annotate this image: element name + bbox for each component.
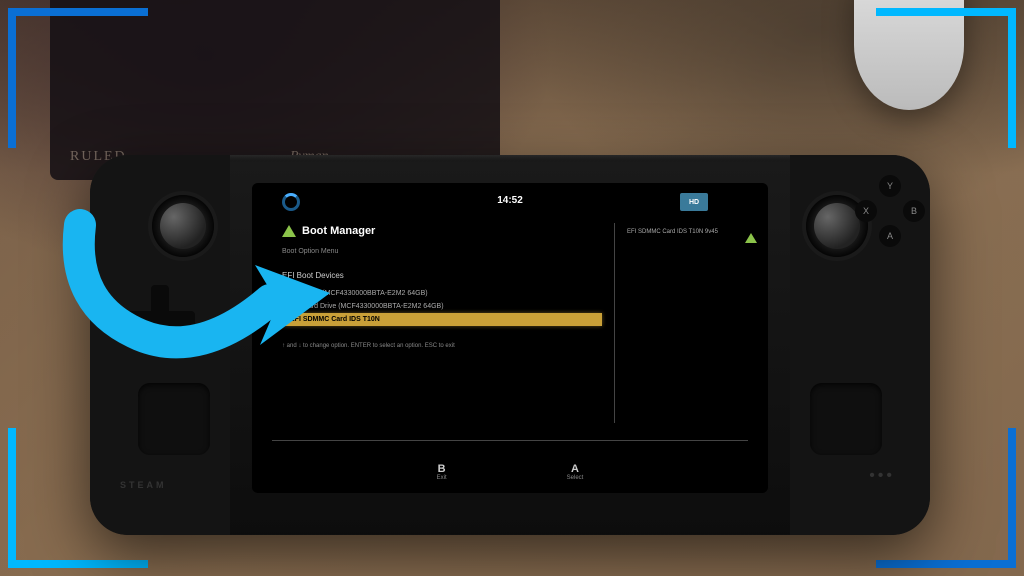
boot-item-sdmmc[interactable]: EFI SDMMC Card IDS T10N — [282, 313, 602, 326]
dpad[interactable] — [125, 285, 195, 355]
select-hint: A Select — [567, 463, 584, 481]
boot-manager-title: Boot Manager — [282, 225, 375, 237]
warning-icon — [282, 225, 296, 237]
screen: 14:52 HD Boot Manager Boot Option Menu E… — [252, 183, 768, 493]
detail-warning-icon — [745, 233, 757, 243]
boot-manager-title-text: Boot Manager — [302, 225, 375, 237]
select-key: A — [567, 463, 584, 475]
section-label: EFI Boot Devices — [282, 271, 344, 280]
background-books: RULED Ryman — [50, 0, 500, 180]
face-buttons: Y X B A — [865, 175, 915, 255]
a-button[interactable]: A — [879, 225, 901, 247]
vertical-divider — [614, 223, 615, 423]
status-bar: 14:52 HD — [252, 191, 768, 215]
detail-panel: EFI SDMMC Card IDS T10N 9v45 — [627, 229, 757, 243]
exit-hint: B Exit — [437, 463, 447, 481]
b-button[interactable]: B — [903, 200, 925, 222]
left-trackpad[interactable] — [138, 383, 210, 455]
brand-logo: HD — [680, 193, 708, 211]
steam-label: STEAM — [120, 480, 167, 490]
bottom-button-hints: B Exit A Select — [252, 463, 768, 481]
boot-item-efi-hd[interactable]: EFI Hard Drive (MCF4330000BBTA-E2M2 64GB… — [282, 300, 602, 313]
select-label: Select — [567, 475, 584, 481]
steam-deck-device: Y X B A STEAM ••• 14:52 HD Boot Manager … — [90, 155, 930, 535]
y-button[interactable]: Y — [879, 175, 901, 197]
left-thumbstick[interactable] — [152, 195, 214, 257]
loading-spinner-icon — [282, 193, 300, 211]
menu-dots-icon[interactable]: ••• — [869, 467, 895, 485]
help-text: ↑ and ↓ to change option. ENTER to selec… — [282, 343, 455, 349]
detail-text: EFI SDMMC Card IDS T10N 9v45 — [627, 229, 718, 235]
right-trackpad[interactable] — [810, 383, 882, 455]
horizontal-divider — [272, 440, 748, 441]
boot-subtitle: Boot Option Menu — [282, 248, 338, 255]
exit-label: Exit — [437, 475, 447, 481]
exit-key: B — [437, 463, 447, 475]
boot-item-steamos[interactable]: SteamOS (MCF4330000BBTA-E2M2 64GB) — [282, 287, 602, 300]
clock: 14:52 — [497, 195, 523, 206]
x-button[interactable]: X — [855, 200, 877, 222]
boot-device-list: SteamOS (MCF4330000BBTA-E2M2 64GB) EFI H… — [282, 287, 602, 326]
